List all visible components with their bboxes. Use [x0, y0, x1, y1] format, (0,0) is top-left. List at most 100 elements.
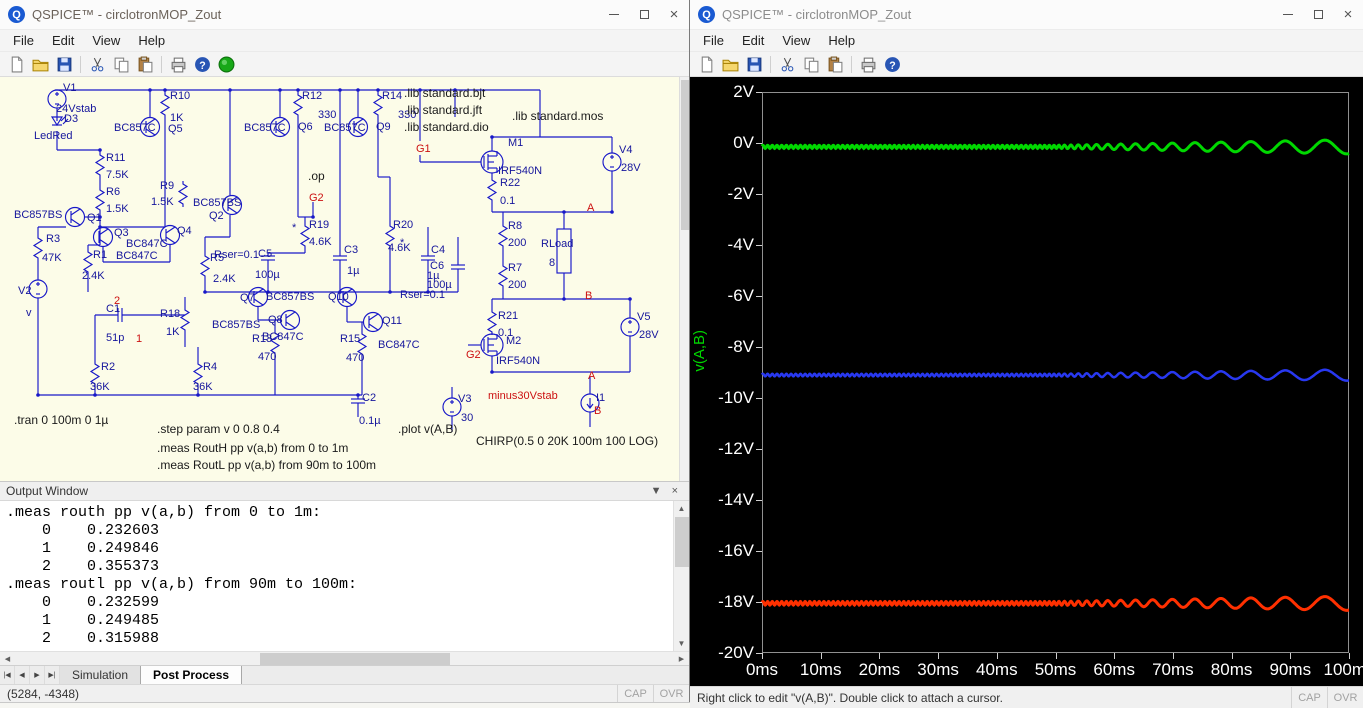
menu-edit[interactable]: Edit — [733, 31, 773, 50]
status-hint: Right click to edit "v(A,B)". Double cli… — [690, 691, 1291, 705]
horizontal-scrollbar[interactable]: ◀ ▶ — [0, 651, 689, 665]
qspice-schematic-window: Q QSPICE™ - circlotronMOP_Zout × FileEdi… — [0, 0, 690, 708]
scroll-right-icon[interactable]: ▶ — [674, 652, 689, 666]
save-icon[interactable] — [743, 53, 765, 75]
schematic-canvas[interactable]: V124VstabD3LedRedR101KQ5BC857CR12330Q6BC… — [0, 77, 689, 481]
paste-icon[interactable] — [824, 53, 846, 75]
cut-icon[interactable] — [86, 53, 108, 75]
scrollbar-thumb[interactable] — [260, 653, 450, 665]
schematic-label: V3 — [458, 394, 471, 405]
schematic-label: 1.5K — [106, 204, 129, 215]
open-folder-icon[interactable] — [29, 53, 51, 75]
new-document-icon[interactable] — [5, 53, 27, 75]
y-tick-mark — [756, 551, 762, 552]
tab-nav-prev-icon[interactable]: ◀ — [15, 666, 30, 684]
schematic-label: R19 — [309, 220, 329, 231]
schematic-label: R2 — [101, 362, 115, 373]
tab-post-process[interactable]: Post Process — [141, 666, 242, 684]
help-icon[interactable]: ? — [881, 53, 903, 75]
schematic-label: R6 — [106, 187, 120, 198]
schematic-vertical-scrollbar[interactable] — [679, 77, 689, 481]
scroll-down-icon[interactable]: ▼ — [674, 636, 689, 651]
scroll-up-icon[interactable]: ▲ — [674, 501, 689, 516]
schematic-label: BC847C — [126, 239, 168, 250]
output-vertical-scrollbar[interactable]: ▲ ▼ — [673, 501, 689, 651]
close-button[interactable]: × — [659, 0, 689, 30]
scrollbar-thumb[interactable] — [681, 80, 689, 230]
ovr-indicator: OVR — [653, 685, 689, 702]
schematic-label: BC857BS — [14, 210, 62, 221]
new-document-icon[interactable] — [695, 53, 717, 75]
minimize-button[interactable] — [1273, 0, 1303, 30]
print-icon[interactable] — [857, 53, 879, 75]
waveform-plot[interactable]: 2V0V-2V-4V-6V-8V-10V-12V-14V-16V-18V-20V… — [690, 77, 1363, 686]
maximize-button[interactable] — [629, 0, 659, 30]
output-close-icon[interactable]: × — [667, 485, 683, 497]
schematic-label: 100µ — [255, 270, 280, 281]
schematic-label: 200 — [508, 238, 526, 249]
close-button[interactable]: × — [1333, 0, 1363, 30]
menu-help[interactable]: Help — [819, 31, 864, 50]
minimize-button[interactable] — [599, 0, 629, 30]
titlebar[interactable]: Q QSPICE™ - circlotronMOP_Zout × — [690, 0, 1363, 30]
save-icon[interactable] — [53, 53, 75, 75]
schematic-label: minus30Vstab — [488, 391, 558, 402]
titlebar[interactable]: Q QSPICE™ - circlotronMOP_Zout × — [0, 0, 689, 30]
y-tick-label: -2V — [690, 184, 754, 204]
menu-help[interactable]: Help — [129, 31, 174, 50]
schematic-label: R18 — [160, 309, 180, 320]
schematic-label: R20 — [393, 220, 413, 231]
tab-nav-first-icon[interactable]: |◀ — [0, 666, 15, 684]
open-folder-icon[interactable] — [719, 53, 741, 75]
schematic-label: Q9 — [376, 122, 391, 133]
output-line: 2 0.315988 — [6, 630, 357, 648]
schematic-label: BC847C — [378, 340, 420, 351]
maximize-button[interactable] — [1303, 0, 1333, 30]
schematic-label: 1 — [136, 334, 142, 345]
svg-text:?: ? — [889, 59, 895, 71]
help-icon[interactable]: ? — [191, 53, 213, 75]
toolbar: ? — [0, 52, 689, 77]
schematic-label: .lib standard.bjt — [404, 87, 485, 99]
y-tick-label: -14V — [690, 490, 754, 510]
output-window-header[interactable]: Output Window ▼ × — [0, 481, 689, 501]
tab-simulation[interactable]: Simulation — [60, 666, 141, 684]
plot-axes: 2V0V-2V-4V-6V-8V-10V-12V-14V-16V-18V-20V… — [690, 77, 1363, 686]
schematic-label: 36K — [193, 382, 213, 393]
y-tick-label: 2V — [690, 82, 754, 102]
output-window-body[interactable]: .meas routh pp v(a,b) from 0 to 1m: 0 0.… — [0, 501, 689, 651]
schematic-label: 330 — [318, 110, 336, 121]
maximize-icon — [1314, 10, 1323, 19]
x-tick-mark — [1114, 653, 1115, 659]
y-tick-mark — [756, 602, 762, 603]
menu-view[interactable]: View — [773, 31, 819, 50]
schematic-label: Q2 — [209, 211, 224, 222]
output-line: 1 0.249485 — [6, 612, 357, 630]
menu-view[interactable]: View — [83, 31, 129, 50]
status-bar: (5284, -4348) CAP OVR — [0, 684, 689, 702]
paste-icon[interactable] — [134, 53, 156, 75]
tab-nav-last-icon[interactable]: ▶| — [45, 666, 60, 684]
scroll-left-icon[interactable]: ◀ — [0, 652, 15, 666]
y-tick-mark — [756, 398, 762, 399]
menu-edit[interactable]: Edit — [43, 31, 83, 50]
output-text: .meas routh pp v(a,b) from 0 to 1m: 0 0.… — [6, 504, 357, 648]
print-icon[interactable] — [167, 53, 189, 75]
menu-file[interactable]: File — [4, 31, 43, 50]
output-collapse-icon[interactable]: ▼ — [646, 485, 667, 497]
schematic-label: 0.1 — [500, 196, 515, 207]
scrollbar-thumb[interactable] — [675, 517, 689, 567]
menu-file[interactable]: File — [694, 31, 733, 50]
y-tick-mark — [756, 449, 762, 450]
output-line: .meas routh pp v(a,b) from 0 to 1m: — [6, 504, 357, 522]
schematic-label: BC857BS — [193, 198, 241, 209]
schematic-label: V2 — [18, 286, 31, 297]
schematic-label: C5 — [258, 249, 272, 260]
run-icon[interactable] — [215, 53, 237, 75]
schematic-label: V4 — [619, 145, 632, 156]
tab-nav-next-icon[interactable]: ▶ — [30, 666, 45, 684]
cut-icon[interactable] — [776, 53, 798, 75]
schematic-label: Q7 — [240, 293, 255, 304]
copy-icon[interactable] — [110, 53, 132, 75]
copy-icon[interactable] — [800, 53, 822, 75]
